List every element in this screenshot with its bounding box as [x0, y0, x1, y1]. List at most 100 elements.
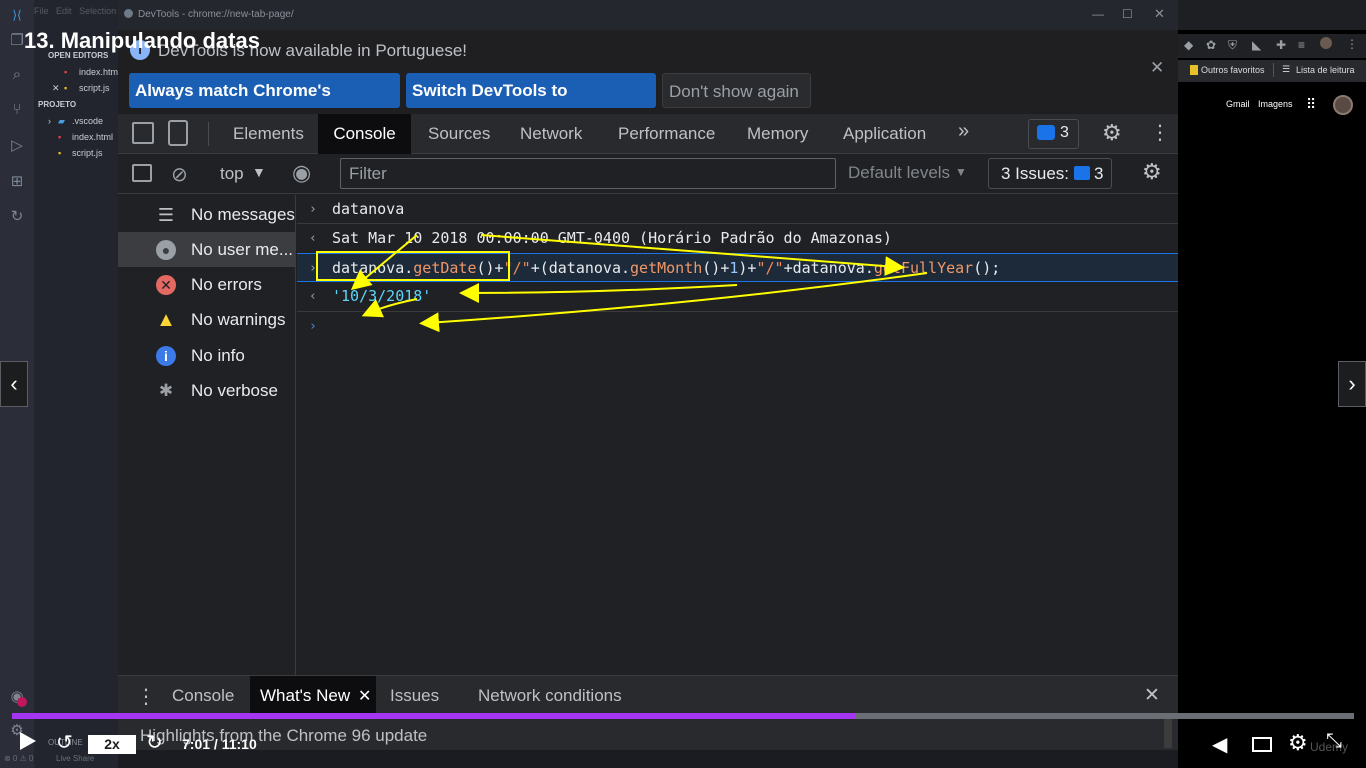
tab-sources[interactable]: Sources — [428, 114, 490, 154]
account-avatar[interactable] — [1333, 95, 1353, 115]
issues-badge-button[interactable]: 3 — [1028, 119, 1079, 149]
run-debug-icon[interactable]: ▷ — [8, 137, 26, 155]
tree-item[interactable]: .vscode — [72, 116, 103, 126]
sidebar-toggle-icon[interactable] — [132, 164, 152, 182]
list-icon: ☰ — [157, 205, 175, 225]
sidebar-item-warnings[interactable]: ▲ No warnings — [118, 302, 296, 337]
drawer-tab-console[interactable]: Console — [172, 676, 234, 716]
live-share-icon[interactable]: ↻ — [8, 208, 26, 226]
extensions-icon[interactable]: ⊞ — [8, 173, 26, 191]
more-options-icon[interactable]: ⋮ — [1150, 120, 1170, 145]
extension-icon[interactable]: ◣ — [1252, 38, 1261, 52]
extension-icon[interactable]: ⛨ — [1228, 38, 1237, 53]
playback-speed-button[interactable]: 2x — [88, 735, 136, 754]
highlight-box — [316, 251, 510, 281]
context-selector[interactable]: top — [220, 164, 244, 184]
close-window-icon[interactable]: ✕ — [1154, 6, 1165, 22]
issues-button[interactable]: 3 Issues: 3 — [988, 158, 1112, 189]
chevron-right-icon[interactable]: › — [48, 116, 51, 126]
close-drawer-icon[interactable]: ✕ — [1144, 684, 1160, 707]
folder-icon — [1190, 65, 1198, 75]
chevron-down-icon[interactable]: ▼ — [252, 164, 266, 180]
sidebar-item-info[interactable]: i No info — [118, 338, 296, 373]
rewind-icon[interactable]: ↺ — [56, 730, 73, 755]
filter-input[interactable]: Filter — [340, 158, 836, 189]
close-icon[interactable]: ✕ — [52, 83, 60, 94]
chevron-down-icon[interactable]: ▼ — [955, 165, 967, 179]
close-tab-icon[interactable]: ✕ — [358, 686, 371, 706]
project-header[interactable]: PROJETO — [38, 100, 76, 109]
file-icon: ▪ — [58, 148, 62, 158]
close-banner-icon[interactable]: ✕ — [1150, 58, 1164, 78]
browser-menu-icon[interactable]: ⋮ — [1346, 37, 1358, 51]
tab-memory[interactable]: Memory — [747, 114, 808, 154]
gmail-link[interactable]: Gmail — [1226, 99, 1250, 109]
previous-lecture-button[interactable]: ‹ — [0, 361, 28, 407]
captions-icon[interactable] — [1252, 737, 1272, 752]
tab-performance[interactable]: Performance — [618, 114, 715, 154]
open-editor-item[interactable]: script.js — [79, 83, 110, 93]
player-controls: ↺ 2x ↻ 7:01 / 11:10 Udemy ◀ ⚙ ⤡ — [0, 722, 1366, 768]
info-icon: i — [156, 346, 176, 366]
maximize-icon[interactable]: ☐ — [1122, 7, 1133, 21]
reading-list-icon[interactable]: ≡ — [1298, 38, 1305, 52]
sidebar-item-messages[interactable]: ☰ No messages — [118, 197, 296, 232]
menu-edit[interactable]: Edit — [56, 6, 72, 16]
volume-icon[interactable]: ◀ — [1212, 732, 1227, 757]
settings-icon[interactable]: ⚙ — [1288, 730, 1308, 756]
tab-network[interactable]: Network — [520, 114, 582, 154]
next-lecture-button[interactable]: › — [1338, 361, 1366, 407]
sidebar-item-label: No errors — [191, 275, 262, 294]
user-icon: ● — [156, 240, 176, 260]
dont-show-again-button[interactable]: Don't show again — [662, 73, 811, 108]
play-icon[interactable] — [20, 732, 36, 750]
menu-file[interactable]: File — [34, 6, 49, 16]
yellow-annotation-overlay — [316, 234, 928, 333]
folder-icon: ▰ — [58, 116, 65, 126]
source-control-icon[interactable]: ⑂ — [8, 101, 26, 119]
sidebar-item-errors[interactable]: ✕ No errors — [118, 267, 296, 302]
settings-gear-icon[interactable]: ⚙ — [1102, 120, 1122, 146]
tab-console[interactable]: Console — [318, 114, 411, 154]
sidebar-item-label: No verbose — [191, 381, 278, 400]
images-link[interactable]: Imagens — [1258, 99, 1293, 109]
clear-console-icon[interactable]: ⊘ — [171, 162, 188, 187]
puzzle-icon[interactable]: ✚ — [1276, 38, 1286, 52]
switch-to-portuguese-button[interactable]: Switch DevTools to Portuguese — [406, 73, 656, 135]
tab-elements[interactable]: Elements — [233, 114, 304, 154]
live-expression-eye-icon[interactable]: ◉ — [292, 160, 311, 186]
sidebar-item-label: No messages — [191, 205, 295, 224]
sidebar-item-user-messages[interactable]: ● No user me... — [118, 232, 296, 267]
inspect-element-icon[interactable] — [132, 122, 154, 144]
minimize-icon[interactable]: — — [1092, 7, 1104, 21]
log-levels-dropdown[interactable]: Default levels — [848, 163, 950, 183]
tree-item[interactable]: index.html — [72, 132, 113, 142]
console-settings-gear-icon[interactable]: ⚙ — [1142, 159, 1162, 185]
divider — [208, 122, 209, 146]
forward-icon[interactable]: ↻ — [146, 730, 163, 755]
bug-icon: ✱ — [158, 381, 174, 400]
extension-icon[interactable]: ◆ — [1184, 38, 1193, 52]
device-toolbar-icon[interactable] — [168, 120, 188, 146]
search-icon[interactable]: ⌕ — [8, 66, 26, 84]
apps-grid-icon[interactable]: ⠿ — [1306, 96, 1316, 113]
bookmark-folder[interactable]: Outros favoritos — [1201, 65, 1265, 75]
file-icon: ▪ — [58, 132, 62, 142]
drawer-tab-network-conditions[interactable]: Network conditions — [478, 676, 622, 716]
more-tabs-icon[interactable]: » — [958, 120, 969, 143]
menu-selection[interactable]: Selection — [79, 6, 116, 16]
extension-icon[interactable]: ✿ — [1206, 38, 1216, 52]
drawer-menu-icon[interactable]: ⋮ — [136, 684, 156, 709]
always-match-language-button[interactable]: Always match Chrome's language — [129, 73, 400, 135]
reading-list-link[interactable]: Lista de leitura — [1296, 65, 1355, 75]
tree-item[interactable]: script.js — [72, 148, 103, 158]
vscode-logo-icon: ⟩⟨ — [12, 8, 22, 22]
sidebar-item-verbose[interactable]: ✱ No verbose — [118, 373, 296, 408]
exit-fullscreen-icon[interactable]: ⤡ — [1326, 730, 1342, 753]
open-editor-item[interactable]: index.html — [79, 67, 120, 77]
language-banner: i DevTools is now available in Portugues… — [118, 30, 1178, 135]
time-display: 7:01 / 11:10 — [182, 736, 257, 752]
tab-application[interactable]: Application — [843, 114, 926, 154]
profile-avatar[interactable] — [1320, 37, 1332, 49]
drawer-tab-issues[interactable]: Issues — [390, 676, 439, 716]
